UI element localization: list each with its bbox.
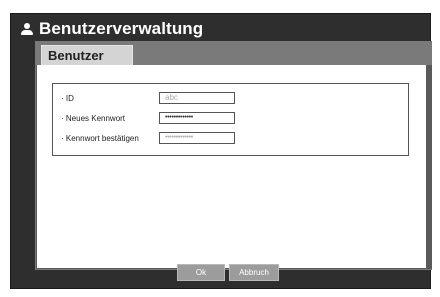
- button-bar: Ok Abbruch: [11, 264, 430, 284]
- new-password-label: · Neues Kennwort: [61, 114, 126, 123]
- id-label: · ID: [61, 94, 74, 103]
- confirm-password-label: · Kennwort bestätigen: [61, 134, 139, 143]
- dialog-title: Benutzerverwaltung: [39, 19, 204, 38]
- id-field[interactable]: abc: [159, 92, 235, 104]
- user-fields-group: · ID abc · Neues Kennwort ••••••••••••• …: [52, 83, 409, 156]
- title-bar: Benutzerverwaltung: [11, 14, 430, 44]
- ok-button[interactable]: Ok: [177, 264, 225, 281]
- confirm-password-field[interactable]: •••••••••••••: [159, 132, 235, 144]
- user-icon: [20, 22, 34, 36]
- user-management-dialog: Benutzerverwaltung Benutzer · ID abc · N…: [10, 13, 432, 289]
- content-area: Benutzer · ID abc · Neues Kennwort •••••…: [35, 41, 432, 270]
- confirm-password-row: · Kennwort bestätigen •••••••••••••: [53, 132, 408, 146]
- tab-benutzer[interactable]: Benutzer: [41, 45, 133, 65]
- tab-panel: · ID abc · Neues Kennwort ••••••••••••• …: [37, 65, 426, 268]
- new-password-field[interactable]: •••••••••••••: [159, 112, 235, 124]
- cancel-button[interactable]: Abbruch: [229, 264, 279, 281]
- user-icon-torso: [21, 30, 33, 35]
- new-password-row: · Neues Kennwort •••••••••••••: [53, 112, 408, 126]
- tab-strip: Benutzer: [36, 42, 432, 65]
- id-row: · ID abc: [53, 92, 408, 106]
- user-icon-head: [24, 23, 30, 29]
